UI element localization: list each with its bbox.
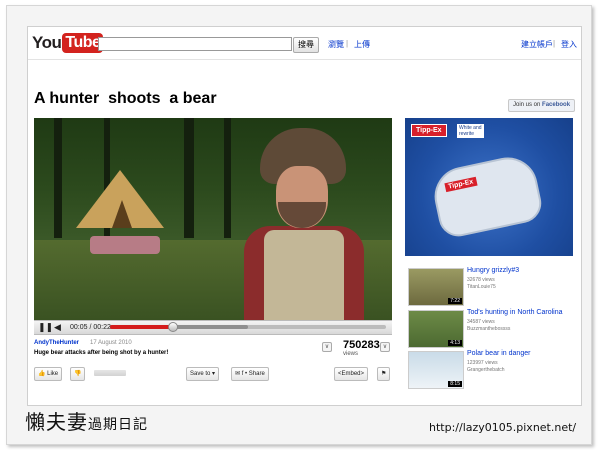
sleeping-bag: [90, 236, 160, 254]
search-button[interactable]: 搜尋: [293, 37, 319, 53]
view-count: 750283: [343, 339, 380, 351]
progress-handle[interactable]: [168, 322, 179, 332]
related-title[interactable]: Polar bear in danger: [467, 350, 530, 357]
tent-door: [112, 200, 132, 228]
related-thumbnail[interactable]: 7:22: [408, 268, 464, 306]
related-views: 123997 views: [467, 360, 498, 366]
tree: [54, 118, 62, 238]
related-thumbnail[interactable]: 8:15: [408, 351, 464, 389]
hunter-vest: [264, 230, 344, 320]
hunter-beard: [278, 202, 326, 228]
share-button[interactable]: ✉ f • Share: [231, 367, 269, 381]
tree: [184, 118, 194, 238]
ad-brand-logo: Tipp-Ex: [411, 124, 447, 137]
views-label: views: [343, 351, 359, 357]
flag-icon[interactable]: ⚑: [377, 367, 391, 381]
like-label: Like: [47, 371, 59, 377]
pause-icon[interactable]: ❚❚: [38, 322, 53, 333]
embed-button[interactable]: <Embed>: [334, 367, 369, 381]
progress-bar[interactable]: [110, 322, 386, 332]
related-views: 32678 views: [467, 277, 495, 283]
signature-big: 懶夫妻: [25, 410, 88, 434]
related-duration: 8:15: [448, 381, 462, 387]
related-duration: 4:13: [448, 340, 462, 346]
related-title[interactable]: Hungry grizzly#3: [467, 267, 519, 274]
related-duration: 7:22: [448, 298, 462, 304]
signature-small: 過期日記: [88, 417, 148, 433]
youtube-page: You Tube 搜尋 瀏覽 | 上傳 建立帳戶 | 登入 A hunter s…: [27, 26, 582, 406]
ad-tagline: White and rewrite: [457, 124, 484, 138]
video-player[interactable]: [34, 118, 392, 320]
video-description: Huge bear attacks after being shot by a …: [34, 350, 169, 356]
blog-signature: 懶夫妻過期日記: [25, 406, 148, 435]
youtube-logo[interactable]: You Tube: [32, 33, 104, 53]
progress-played: [110, 325, 174, 329]
dislike-button[interactable]: 👎: [70, 367, 86, 381]
save-to-label: Save to: [190, 371, 211, 377]
nav-divider: |: [346, 39, 349, 48]
tree: [224, 118, 231, 238]
logo-you: You: [32, 33, 62, 52]
related-user[interactable]: Buzzmanthebossss: [467, 326, 510, 332]
video-title: A hunter shoots a bear: [34, 90, 217, 107]
search-input[interactable]: [98, 37, 292, 51]
expand-info-button[interactable]: ∨: [322, 342, 332, 352]
player-controls: ❚❚ ◀ 00:05 / 00:22: [34, 320, 392, 335]
expand-stats-button[interactable]: ∨: [380, 342, 390, 352]
correction-tape-image: [429, 151, 545, 241]
facebook-join-prefix: Join us on: [513, 102, 541, 108]
nav-upload[interactable]: 上傳: [354, 39, 370, 50]
photo-frame: You Tube 搜尋 瀏覽 | 上傳 建立帳戶 | 登入 A hunter s…: [6, 5, 592, 445]
related-user[interactable]: TitanLouie75: [467, 284, 496, 290]
volume-icon[interactable]: ◀: [54, 322, 61, 333]
related-views: 34587 views: [467, 319, 495, 325]
related-title[interactable]: Tod's hunting in North Carolina: [467, 309, 563, 316]
rating-bar: [94, 370, 126, 376]
nav-browse[interactable]: 瀏覽: [328, 39, 344, 50]
hunter-figure: [244, 128, 364, 320]
like-button[interactable]: 👍 Like: [34, 367, 63, 381]
related-video[interactable]: 7:22 Hungry grizzly#3 32678 views TitanL…: [405, 267, 573, 306]
header: You Tube 搜尋 瀏覽 | 上傳 建立帳戶 | 登入: [28, 27, 581, 60]
nav-login[interactable]: 登入: [561, 39, 577, 50]
blog-url[interactable]: http://lazy0105.pixnet.net/: [429, 421, 576, 434]
tippex-ad[interactable]: Tipp-Ex White and rewrite Tipp-Ex: [405, 118, 573, 256]
related-video[interactable]: 4:13 Tod's hunting in North Carolina 345…: [405, 309, 573, 348]
share-label: Share: [248, 371, 265, 377]
related-user[interactable]: Grangerthebatch: [467, 367, 505, 373]
save-to-button[interactable]: Save to ▾: [186, 367, 220, 381]
facebook-join-button[interactable]: Join us on Facebook: [508, 99, 576, 112]
related-thumbnail[interactable]: 4:13: [408, 310, 464, 348]
timecode: 00:05 / 00:22: [70, 324, 111, 331]
uploader-link[interactable]: AndyTheHunter: [34, 340, 79, 346]
related-video[interactable]: 8:15 Polar bear in danger 123997 views G…: [405, 350, 573, 389]
upload-date: 17 August 2010: [90, 340, 132, 346]
nav-create-account[interactable]: 建立帳戶: [521, 39, 553, 50]
facebook-brand: Facebook: [542, 102, 571, 108]
nav-divider: |: [553, 39, 556, 48]
ad-tagline-2: rewrite: [459, 131, 475, 137]
